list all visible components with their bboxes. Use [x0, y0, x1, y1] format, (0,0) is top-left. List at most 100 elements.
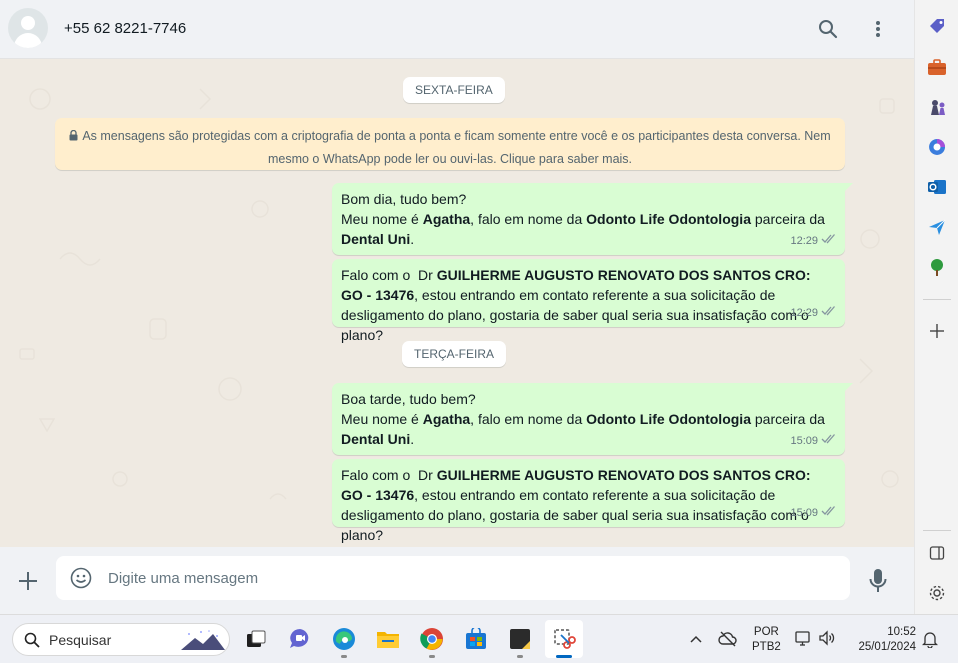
microsoft-store-icon[interactable] [462, 625, 490, 653]
encryption-notice-text1: As mensagens são protegidas com a cripto… [82, 129, 831, 143]
settings-gear-icon[interactable] [925, 581, 949, 605]
message-meta: 12:29 [790, 303, 837, 323]
message-time: 15:09 [790, 507, 818, 519]
app-window: +55 62 8221-7746 SEXTA-FEIRA As mensagen… [0, 0, 958, 663]
lock-icon [69, 126, 78, 148]
chrome-running-indicator [429, 655, 435, 658]
chevron-up-icon[interactable] [688, 631, 704, 647]
sidebar-divider [923, 299, 951, 300]
message-meta: 12:29 [790, 231, 837, 251]
text-bold-name: Agatha [422, 411, 471, 427]
double-check-icon [821, 231, 837, 251]
text-bold-company: Odonto Life Odontologia [586, 411, 751, 427]
teams-chat-icon[interactable] [286, 625, 314, 653]
briefcase-icon[interactable] [925, 55, 949, 79]
clock-date: 25/01/2024 [858, 641, 916, 653]
message-meta: 15:09 [790, 431, 837, 451]
system-clock[interactable]: 10:52 25/01/2024 [852, 625, 916, 655]
outlook-icon[interactable] [925, 175, 949, 199]
message-input[interactable] [108, 556, 808, 600]
file-explorer-icon[interactable] [374, 625, 402, 653]
message-bubble[interactable]: Bom dia, tudo bem? Meu nome é Agatha, fa… [332, 183, 853, 255]
emoji-icon[interactable] [70, 567, 92, 589]
avatar-body-shape [14, 33, 42, 48]
copilot-icon[interactable] [925, 135, 949, 159]
message-time: 15:09 [790, 435, 818, 447]
message-text-line: Meu nome é Agatha, falo em nome da Odont… [341, 409, 836, 429]
taskbar-search-label: Pesquisar [49, 632, 112, 648]
sidebar-divider [923, 530, 951, 531]
contact-name[interactable]: +55 62 8221-7746 [64, 20, 186, 37]
language-code: POR [753, 626, 779, 638]
date-chip-tuesday: TERÇA-FEIRA [402, 341, 507, 367]
text-bold-partner: Dental Uni [341, 431, 411, 447]
network-icon[interactable] [795, 629, 813, 647]
keyboard-language-indicator[interactable]: POR PTB2 [752, 625, 781, 655]
edge-running-indicator [341, 655, 347, 658]
message-bubble[interactable]: Falo com o Dr GUILHERME AUGUSTO RENOVATO… [332, 459, 845, 543]
notification-bell-icon[interactable] [921, 630, 939, 649]
search-icon [24, 632, 40, 653]
snipping-tool-icon[interactable] [545, 620, 583, 658]
message-text: Falo com o Dr GUILHERME AUGUSTO RENOVATO… [341, 265, 836, 345]
text-segment: , falo em nome da [470, 411, 587, 427]
message-composer [0, 547, 914, 614]
contact-avatar[interactable] [8, 8, 48, 48]
volume-icon[interactable] [818, 629, 836, 647]
message-text-line: Dental Uni. [341, 229, 836, 249]
avatar-head-shape [21, 16, 35, 30]
taskbar-search-box[interactable]: Pesquisar [12, 623, 230, 656]
chess-icon[interactable] [925, 95, 949, 119]
text-segment: Falo com o Dr [341, 467, 437, 483]
text-segment: , falo em nome da [470, 211, 587, 227]
windows-taskbar: Pesquisar POR PTB2 10:52 25/01/2024 [0, 614, 958, 663]
microphone-icon[interactable] [868, 568, 888, 594]
text-segment: Falo com o Dr [341, 267, 437, 283]
encryption-notice-line2: mesmo o WhatsApp pode ler ou ouvi-las. C… [267, 152, 633, 166]
double-check-icon [821, 303, 837, 323]
message-text-line: Meu nome é Agatha, falo em nome da Odont… [341, 209, 836, 229]
encryption-notice[interactable]: As mensagens são protegidas com a cripto… [55, 118, 845, 170]
add-icon[interactable] [925, 319, 949, 343]
double-check-icon [821, 503, 837, 523]
text-segment: Meu nome é [341, 411, 423, 427]
chat-header: +55 62 8221-7746 [0, 0, 914, 59]
chrome-icon[interactable] [418, 625, 446, 653]
edge-browser-icon[interactable] [330, 625, 358, 653]
message-bubble[interactable]: Falo com o Dr GUILHERME AUGUSTO RENOVATO… [332, 259, 845, 343]
message-time: 12:29 [790, 235, 818, 247]
text-segment: . [410, 431, 415, 447]
tag-icon[interactable] [925, 15, 949, 39]
double-check-icon [821, 431, 837, 451]
menu-dots-icon[interactable] [866, 17, 890, 41]
message-text-line: Dental Uni. [341, 429, 836, 449]
message-meta: 15:09 [790, 503, 837, 523]
message-text: Falo com o Dr GUILHERME AUGUSTO RENOVATO… [341, 465, 836, 545]
sticky-notes-icon[interactable] [506, 625, 534, 653]
attach-plus-icon[interactable] [16, 569, 40, 593]
tree-icon[interactable] [925, 255, 949, 279]
task-view-icon[interactable] [242, 625, 270, 653]
chat-panel: +55 62 8221-7746 SEXTA-FEIRA As mensagen… [0, 0, 914, 614]
text-segment: Meu nome é [341, 211, 423, 227]
snipping-tool-running-indicator [556, 655, 572, 658]
message-text-line: Bom dia, tudo bem? [341, 191, 467, 207]
text-bold-name: Agatha [422, 211, 471, 227]
message-text-line: Boa tarde, tudo bem? [341, 391, 476, 407]
send-icon[interactable] [925, 215, 949, 239]
text-segment: . [410, 231, 415, 247]
text-bold-partner: Dental Uni [341, 231, 411, 247]
keyboard-layout-code: PTB2 [752, 641, 781, 653]
message-bubble[interactable]: Boa tarde, tudo bem? Meu nome é Agatha, … [332, 383, 853, 455]
sidebar-toggle-icon[interactable] [925, 541, 949, 565]
encryption-notice-line1: As mensagens são protegidas com a cripto… [69, 125, 831, 148]
cloud-offline-icon[interactable] [718, 629, 738, 649]
clock-time: 10:52 [887, 626, 916, 638]
sticky-notes-running-indicator [517, 655, 523, 658]
message-list[interactable]: SEXTA-FEIRA As mensagens são protegidas … [0, 59, 914, 547]
search-highlight-icon [181, 628, 225, 657]
text-bold-company: Odonto Life Odontologia [586, 211, 751, 227]
search-icon[interactable] [816, 17, 840, 41]
text-segment: parceira da [750, 411, 825, 427]
text-segment: parceira da [750, 211, 825, 227]
